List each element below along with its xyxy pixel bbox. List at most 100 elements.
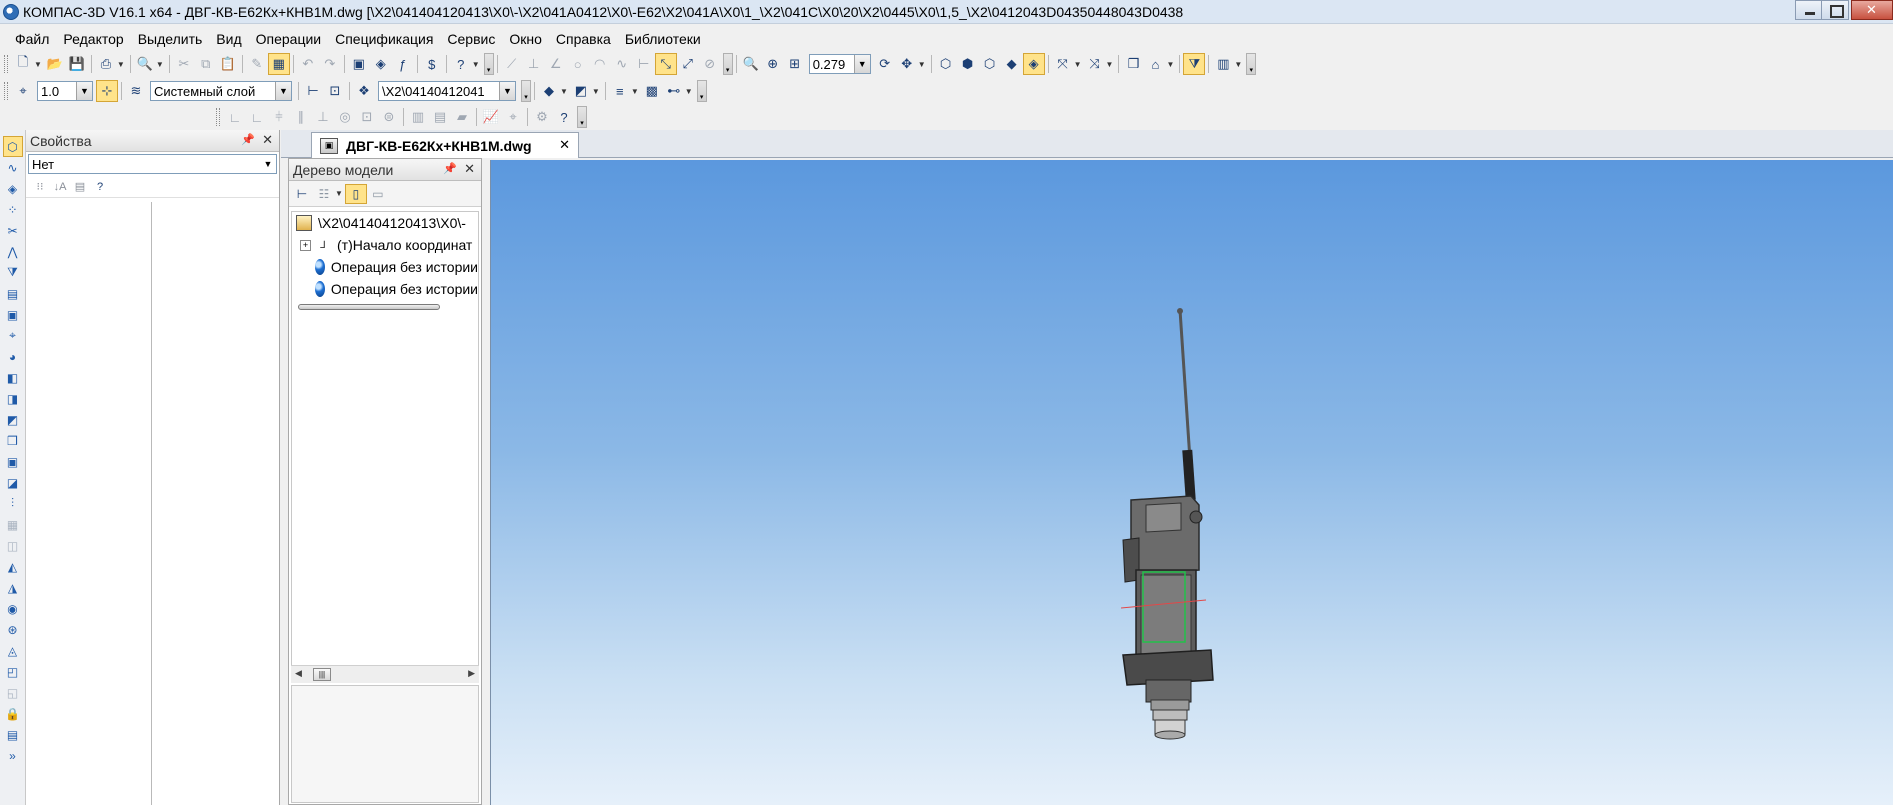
edit-icon[interactable]: ✂ bbox=[3, 220, 23, 241]
paste-icon[interactable]: 📋 bbox=[217, 53, 239, 75]
function-icon[interactable]: ƒ bbox=[392, 53, 414, 75]
component-icon[interactable]: ❒ bbox=[1122, 53, 1144, 75]
property-grid-divider[interactable] bbox=[151, 202, 152, 805]
zoom-window-icon[interactable]: 🔍 bbox=[740, 53, 762, 75]
menu-specification[interactable]: Спецификация bbox=[328, 31, 440, 47]
rib-icon[interactable]: ◬ bbox=[3, 640, 23, 661]
chevron-down-icon[interactable]: ▼ bbox=[1106, 60, 1114, 69]
filter-tool-icon[interactable]: ⧩ bbox=[3, 262, 23, 283]
sort-categories-icon[interactable]: ⁝⁝ bbox=[30, 178, 50, 196]
dimension-icon[interactable]: ⊷ bbox=[663, 80, 685, 102]
points-icon[interactable]: ⁘ bbox=[3, 199, 23, 220]
tree-inline-scrollbar[interactable] bbox=[298, 304, 440, 310]
chevron-down-icon[interactable]: ▼ bbox=[1074, 60, 1082, 69]
scroll-right-icon[interactable]: ▶ bbox=[468, 668, 475, 679]
chevron-down-icon[interactable]: ▼ bbox=[592, 87, 600, 96]
chevron-down-icon[interactable]: ▼ bbox=[560, 87, 568, 96]
settings-icon[interactable]: ⚙ bbox=[531, 106, 553, 128]
snap-normal-icon[interactable]: ⊢ bbox=[633, 53, 655, 75]
object-props-icon[interactable]: ▩ bbox=[641, 80, 663, 102]
graph-icon[interactable]: 📈 bbox=[480, 106, 502, 128]
chevron-down-icon[interactable]: ▼ bbox=[1234, 60, 1242, 69]
sort-alpha-icon[interactable]: ↓A bbox=[50, 178, 70, 196]
chevron-down-icon[interactable]: ▼ bbox=[631, 87, 639, 96]
maximize-button[interactable] bbox=[1821, 0, 1849, 20]
parallel-icon[interactable]: ∥ bbox=[290, 106, 312, 128]
snap-tangent-icon[interactable]: ⤢ bbox=[677, 53, 699, 75]
chevron-down-icon[interactable]: ▼ bbox=[499, 82, 515, 100]
scroll-left-icon[interactable]: ◀ bbox=[295, 668, 302, 679]
chevron-down-icon[interactable]: ▼ bbox=[275, 82, 291, 100]
tree-item-body[interactable]: Операция без истории bbox=[292, 278, 478, 300]
toolbar-options-icon[interactable]: ▾ bbox=[521, 80, 531, 102]
library-manager-icon[interactable]: ▣ bbox=[348, 53, 370, 75]
open-folder-icon[interactable]: 📂 bbox=[44, 53, 66, 75]
cut-tool-icon[interactable]: ◰ bbox=[3, 661, 23, 682]
report-icon[interactable]: ▣ bbox=[3, 304, 23, 325]
thread-icon[interactable]: ⊛ bbox=[3, 619, 23, 640]
snap-curve-icon[interactable]: ∿ bbox=[611, 53, 633, 75]
split-icon[interactable]: ◱ bbox=[3, 682, 23, 703]
close-tab-icon[interactable]: ✕ bbox=[559, 137, 570, 153]
variant-combobox[interactable]: \X2\04140412041 ▼ bbox=[378, 81, 516, 101]
snap-circle-icon[interactable]: ○ bbox=[567, 53, 589, 75]
geometry-icon[interactable]: ⬡ bbox=[2, 136, 23, 157]
material-icon[interactable]: ◆ bbox=[538, 80, 560, 102]
save-icon[interactable]: 💾 bbox=[66, 53, 88, 75]
extrude-icon[interactable]: ◧ bbox=[3, 367, 23, 388]
document-tab[interactable]: ▣ ДВГ-КВ-Е62Кх+КНВ1М.dwg ✕ bbox=[311, 132, 579, 158]
rotate-tool-icon[interactable]: ◨ bbox=[3, 388, 23, 409]
model-viewport[interactable] bbox=[490, 160, 1893, 805]
menu-operations[interactable]: Операции bbox=[249, 31, 329, 47]
thin-hidden-icon[interactable]: ⬡ bbox=[979, 53, 1001, 75]
library-icon[interactable]: ▤ bbox=[3, 724, 23, 745]
line-scale-combobox[interactable]: 1.0 ▼ bbox=[37, 81, 93, 101]
expand-icon[interactable]: + bbox=[300, 239, 311, 251]
snap-active-icon[interactable]: ⤡ bbox=[654, 53, 677, 75]
chevron-down-icon[interactable]: ▼ bbox=[260, 155, 276, 173]
shaded-edges-icon[interactable]: ◈ bbox=[1022, 53, 1045, 75]
spec-icon[interactable]: ▤ bbox=[3, 283, 23, 304]
scroll-thumb[interactable]: ||| bbox=[313, 668, 331, 681]
format-brush-icon[interactable]: ✎ bbox=[246, 53, 268, 75]
chevron-down-icon[interactable]: ▼ bbox=[472, 60, 480, 69]
copy-icon[interactable]: ⧉ bbox=[195, 53, 217, 75]
menu-help[interactable]: Справка bbox=[549, 31, 618, 47]
perpendicular-icon[interactable]: ⊥ bbox=[312, 106, 334, 128]
dimension-tool-icon[interactable]: ⋀ bbox=[3, 241, 23, 262]
assembly-tool-icon[interactable]: ❒ bbox=[3, 430, 23, 451]
manager-icon[interactable]: ▦ bbox=[267, 53, 290, 75]
variables-icon[interactable]: ◈ bbox=[370, 53, 392, 75]
chevron-down-icon[interactable]: ▼ bbox=[918, 60, 926, 69]
toolbar-options-icon[interactable]: ▾ bbox=[722, 53, 733, 75]
mirror-icon[interactable]: ◫ bbox=[3, 535, 23, 556]
tree-filter-icon[interactable]: ▯ bbox=[344, 183, 367, 204]
tree-horizontal-scrollbar[interactable]: ◀ ||| ▶ bbox=[291, 665, 479, 683]
menu-view[interactable]: Вид bbox=[209, 31, 248, 47]
menu-service[interactable]: Сервис bbox=[440, 31, 502, 47]
zoom-all-icon[interactable]: ⊕ bbox=[762, 53, 784, 75]
wireframe-icon[interactable]: ⬡ bbox=[935, 53, 957, 75]
point-icon[interactable]: ⌖ bbox=[502, 106, 524, 128]
property-pages-icon[interactable]: ▤ bbox=[70, 178, 90, 196]
sheet-icon[interactable]: ▥ bbox=[1212, 53, 1234, 75]
close-window-button[interactable] bbox=[1851, 0, 1893, 20]
shell-icon[interactable]: ◪ bbox=[3, 472, 23, 493]
menu-edit[interactable]: Редактор bbox=[56, 31, 130, 47]
toolbar-grip[interactable] bbox=[4, 55, 8, 73]
zoom-combobox[interactable]: 0.279 ▼ bbox=[808, 54, 871, 74]
measure-tool-icon[interactable]: ⌖ bbox=[3, 325, 23, 346]
chevron-down-icon[interactable]: ▼ bbox=[34, 60, 42, 69]
tree-structure-icon[interactable]: ⊢ bbox=[291, 184, 313, 204]
section-icon[interactable]: ⤨ bbox=[1084, 53, 1106, 75]
hole-icon[interactable]: ◉ bbox=[3, 598, 23, 619]
home-view-icon[interactable]: ⌂ bbox=[1144, 53, 1166, 75]
layer-combobox[interactable]: Системный слой ▼ bbox=[150, 81, 292, 101]
toolbar-grip[interactable] bbox=[4, 82, 8, 100]
close-icon[interactable]: ✕ bbox=[464, 161, 475, 177]
vertical-constraint-icon[interactable]: ∟ bbox=[246, 106, 268, 128]
pin-icon[interactable]: 📌 bbox=[241, 133, 255, 146]
concentric-icon[interactable]: ◎ bbox=[334, 106, 356, 128]
chamfer-icon[interactable]: ◮ bbox=[3, 577, 23, 598]
hidden-lines-icon[interactable]: ⬢ bbox=[957, 53, 979, 75]
